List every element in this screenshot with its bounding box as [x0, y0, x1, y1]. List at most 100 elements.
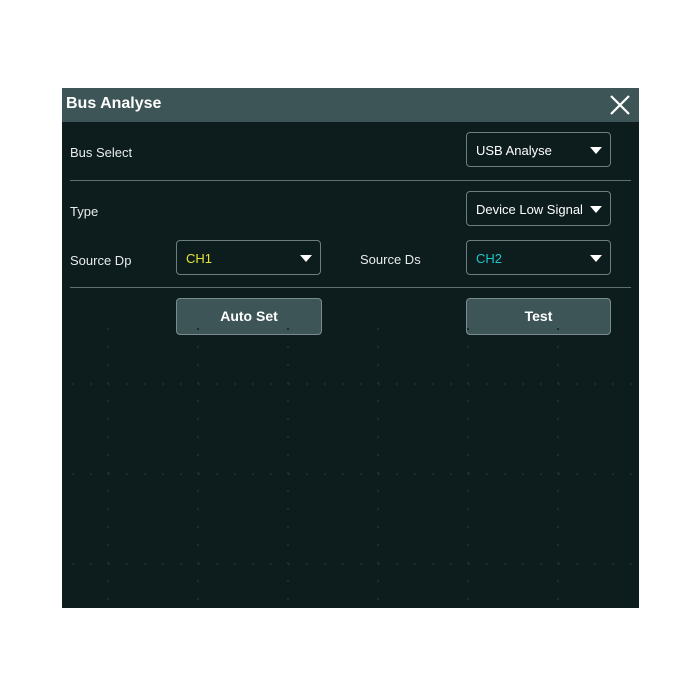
grid-dot: [72, 473, 74, 475]
grid-dot: [450, 383, 452, 385]
grid-dot: [467, 508, 469, 510]
bus-select-dropdown[interactable]: USB Analyse: [466, 132, 611, 167]
grid-dot: [287, 472, 289, 474]
grid-dot: [287, 598, 289, 600]
grid-dot: [107, 580, 109, 582]
grid-dot: [467, 328, 469, 330]
grid-dot: [107, 346, 109, 348]
grid-dot: [630, 383, 632, 385]
grid-dot: [107, 328, 109, 330]
bus-select-label: Bus Select: [70, 145, 133, 160]
grid-dot: [396, 473, 398, 475]
chevron-down-icon: [590, 206, 602, 213]
grid-dot: [342, 473, 344, 475]
grid-dot: [377, 454, 379, 456]
grid-dot: [522, 383, 524, 385]
grid-dot: [594, 473, 596, 475]
grid-dot: [612, 563, 614, 565]
grid-dot: [467, 436, 469, 438]
grid-dot: [126, 563, 128, 565]
grid-dot: [557, 454, 559, 456]
grid-dot: [576, 473, 578, 475]
divider-bottom: [70, 287, 631, 288]
grid-dot: [377, 508, 379, 510]
close-icon[interactable]: [609, 94, 631, 116]
grid-dot: [467, 400, 469, 402]
grid-dot: [467, 382, 469, 384]
grid-dot: [377, 544, 379, 546]
grid-dot: [467, 544, 469, 546]
grid-dot: [377, 580, 379, 582]
grid-dot: [342, 563, 344, 565]
grid-dot: [377, 562, 379, 564]
grid-dot: [90, 383, 92, 385]
grid-dot: [594, 563, 596, 565]
type-dropdown[interactable]: Device Low Signal: [466, 191, 611, 226]
grid-dot: [414, 473, 416, 475]
grid-dot: [180, 473, 182, 475]
grid-dot: [467, 580, 469, 582]
grid-dot: [522, 563, 524, 565]
source-dp-value: CH1: [186, 251, 213, 266]
grid-dot: [306, 563, 308, 565]
grid-dot: [287, 346, 289, 348]
grid-dot: [467, 472, 469, 474]
grid-dot: [287, 580, 289, 582]
grid-dot: [72, 383, 74, 385]
grid-dot: [467, 364, 469, 366]
grid-dot: [377, 526, 379, 528]
chevron-down-icon: [590, 255, 602, 262]
grid-dot: [576, 563, 578, 565]
grid-dot: [396, 563, 398, 565]
grid-dot: [197, 436, 199, 438]
grid-dot: [557, 598, 559, 600]
grid-dot: [180, 563, 182, 565]
grid-dot: [557, 436, 559, 438]
type-label: Type: [70, 204, 99, 219]
grid-dot: [377, 598, 379, 600]
grid-dot: [144, 473, 146, 475]
test-button[interactable]: Test: [466, 298, 611, 335]
grid-dot: [467, 598, 469, 600]
grid-dot: [287, 508, 289, 510]
grid-dot: [557, 508, 559, 510]
grid-dot: [107, 508, 109, 510]
source-dp-dropdown[interactable]: CH1: [176, 240, 321, 275]
source-ds-dropdown[interactable]: CH2: [466, 240, 611, 275]
grid-dot: [107, 418, 109, 420]
grid-dot: [540, 473, 542, 475]
grid-dot: [287, 544, 289, 546]
grid-dot: [287, 454, 289, 456]
grid-dot: [486, 473, 488, 475]
grid-dot: [612, 473, 614, 475]
grid-dot: [557, 346, 559, 348]
grid-dot: [287, 526, 289, 528]
grid-dot: [107, 436, 109, 438]
grid-dot: [450, 473, 452, 475]
grid-dot: [216, 383, 218, 385]
grid-dot: [467, 454, 469, 456]
grid-dot: [197, 598, 199, 600]
grid-dot: [162, 563, 164, 565]
grid-dot: [287, 436, 289, 438]
grid-dot: [557, 490, 559, 492]
grid-dot: [234, 383, 236, 385]
grid-dot: [107, 490, 109, 492]
grid-dot: [377, 436, 379, 438]
grid-dot: [90, 563, 92, 565]
grid-dot: [432, 473, 434, 475]
grid-dot: [197, 418, 199, 420]
grid-dot: [162, 473, 164, 475]
grid-dot: [197, 508, 199, 510]
grid-dot: [287, 364, 289, 366]
grid-dot: [377, 418, 379, 420]
grid-dot: [504, 473, 506, 475]
grid-dot: [197, 454, 199, 456]
divider-top: [70, 180, 631, 181]
grid-dot: [432, 563, 434, 565]
grid-dot: [306, 383, 308, 385]
grid-dot: [342, 383, 344, 385]
grid-dot: [287, 382, 289, 384]
grid-dot: [107, 472, 109, 474]
grid-dot: [396, 383, 398, 385]
